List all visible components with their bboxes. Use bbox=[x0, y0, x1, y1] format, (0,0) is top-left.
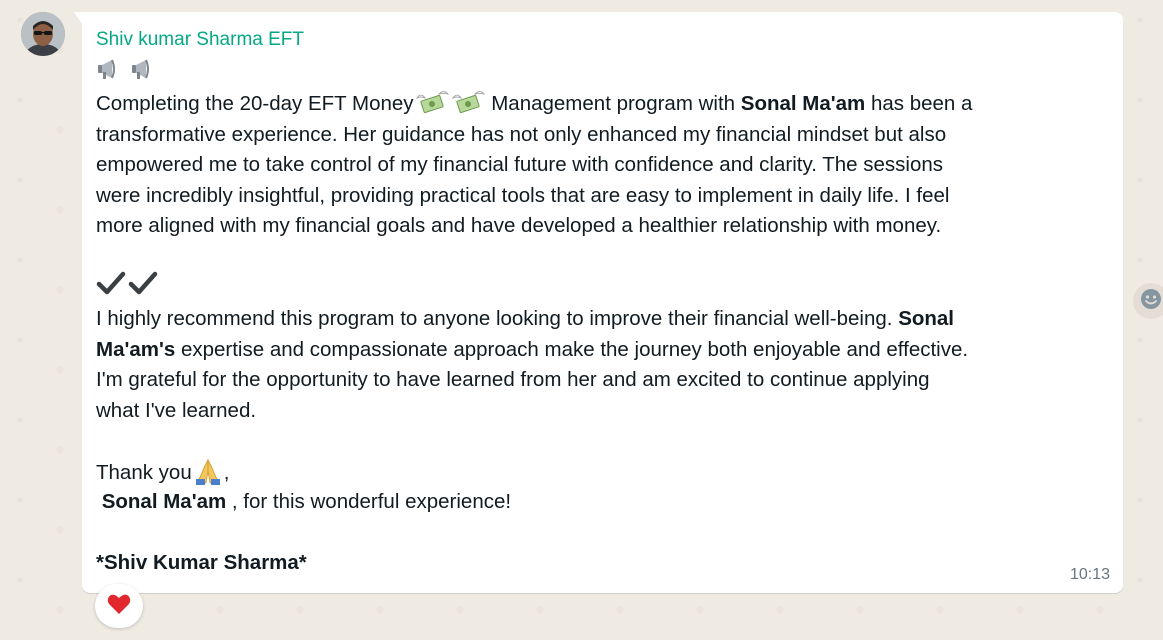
paragraph-1-line-5: more aligned with my financial goals and… bbox=[96, 214, 942, 237]
sender-name[interactable]: Shiv kumar Sharma EFT bbox=[96, 28, 304, 52]
smiley-icon bbox=[1140, 288, 1162, 315]
paragraph-2-line-1: I highly recommend this program to anyon… bbox=[96, 304, 1111, 335]
text-segment: , for this wonderful experience! bbox=[226, 490, 512, 513]
react-emoji-button[interactable] bbox=[1133, 283, 1163, 319]
paragraph-2-line-2: Ma'am's expertise and compassionate appr… bbox=[96, 335, 1111, 366]
message-timestamp: 10:13 bbox=[1069, 566, 1110, 583]
paragraph-2-line-4: what I've learned. bbox=[96, 398, 257, 422]
bold-text: Sonal Ma'am bbox=[101, 490, 227, 513]
paragraph-1-line-3: empowered me to take control of my finan… bbox=[96, 153, 943, 176]
heavy-check-mark-icon bbox=[96, 270, 126, 306]
text-segment: Management program with bbox=[485, 92, 741, 115]
checkmark-emojis bbox=[96, 272, 1111, 304]
text-segment: has been a bbox=[865, 92, 973, 115]
signature-line: *Shiv Kumar Sharma* bbox=[96, 548, 1111, 579]
thank-you-line: Thank you , bbox=[96, 457, 1111, 488]
text-segment: Thank you bbox=[96, 460, 192, 484]
megaphone-emojis bbox=[96, 58, 1111, 89]
message-text: Completing the 20-day EFT Money Manageme… bbox=[96, 58, 1111, 579]
paragraph-1-line-2: transformative experience. Her guidance … bbox=[96, 122, 947, 146]
reaction-badge[interactable] bbox=[95, 584, 143, 628]
closing-line: Sonal Ma'am , for this wonderful experie… bbox=[96, 487, 1111, 518]
heavy-check-mark-icon bbox=[128, 270, 158, 306]
red-heart-icon bbox=[107, 593, 131, 620]
megaphone-icon bbox=[130, 55, 162, 93]
sender-avatar[interactable] bbox=[21, 12, 65, 56]
bubble-tail bbox=[74, 12, 82, 24]
megaphone-icon bbox=[96, 55, 128, 93]
paragraph-2-line-3: I'm grateful for the opportunity to have… bbox=[96, 368, 930, 391]
bold-text: Ma'am's bbox=[96, 337, 176, 361]
paragraph-1-line-1: Completing the 20-day EFT Money Manageme… bbox=[96, 89, 1111, 120]
text-segment: I highly recommend this program to anyon… bbox=[96, 307, 899, 330]
bold-text: Sonal bbox=[898, 307, 955, 330]
text-segment: expertise and compassionate approach mak… bbox=[175, 337, 969, 361]
message-bubble[interactable]: Shiv kumar Sharma EFT Completing the 20-… bbox=[74, 12, 1123, 593]
bold-text: Sonal Ma'am bbox=[740, 92, 866, 115]
paragraph-1-line-4: were incredibly insightful, providing pr… bbox=[96, 183, 950, 207]
text-segment: , bbox=[223, 460, 230, 484]
text-segment: Completing the 20-day EFT Money bbox=[96, 92, 414, 115]
signature: *Shiv Kumar Sharma* bbox=[96, 551, 307, 574]
